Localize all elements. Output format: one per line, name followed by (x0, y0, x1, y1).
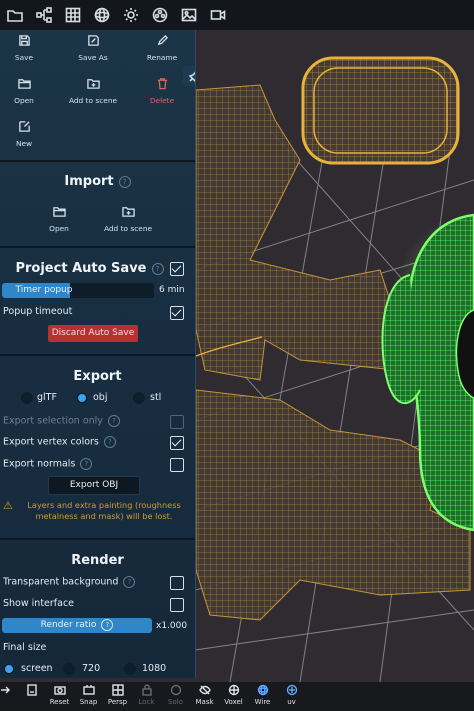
render-ratio-slider[interactable]: Render ratio? (2, 618, 152, 633)
camera-reset-icon (53, 686, 66, 695)
pin-panel-button[interactable] (183, 66, 195, 86)
scene-tree-icon[interactable] (29, 0, 58, 30)
popup-timeout-checkbox[interactable] (170, 306, 184, 320)
final-size-label: Final size (3, 642, 47, 653)
discard-auto-save-button[interactable]: Discard Auto Save (48, 325, 138, 342)
transparent-bg-checkbox[interactable] (170, 576, 184, 590)
help-icon[interactable]: ? (101, 618, 114, 631)
save-icon (18, 35, 30, 46)
export-obj-button[interactable]: Export OBJ (48, 476, 140, 495)
import-open-button[interactable]: Open (28, 205, 90, 233)
folder-icon[interactable] (0, 0, 29, 30)
folder-open-icon (52, 207, 66, 217)
import-add-to-scene-button[interactable]: Add to scene (97, 205, 159, 233)
folder-add-icon (86, 79, 100, 89)
export-normals-label: Export normals? (3, 458, 93, 470)
divider (0, 354, 195, 356)
solo-button[interactable]: Solo (161, 684, 190, 706)
lock-button[interactable]: Lock (132, 684, 161, 706)
help-icon[interactable]: ? (151, 262, 164, 275)
format-radio-gltf[interactable] (21, 392, 33, 404)
divider (0, 538, 195, 540)
solo-icon (170, 684, 181, 696)
render-title: Render (71, 553, 124, 568)
transparent-bg-label: Transparent background? (3, 576, 136, 588)
format-label-obj: obj (93, 392, 108, 403)
perspective-icon (111, 684, 124, 696)
divider (0, 160, 195, 162)
export-normals-checkbox[interactable] (170, 458, 184, 472)
tablet-icon[interactable] (17, 684, 46, 698)
uv-icon (286, 684, 297, 696)
format-radio-stl[interactable] (133, 392, 145, 404)
size-label-screen: screen (21, 663, 53, 674)
save-as-button[interactable]: Save As (62, 34, 124, 62)
export-warning: ⚠ Layers and extra painting (roughness m… (3, 499, 181, 521)
video-icon[interactable] (203, 0, 232, 30)
export-vertex-colors-label: Export vertex colors? (3, 436, 116, 448)
help-icon[interactable]: ? (107, 415, 120, 427)
timer-popup-slider[interactable]: Timer popup (2, 283, 154, 298)
voxel-button[interactable]: Voxel (219, 684, 248, 706)
help-icon[interactable]: ? (103, 436, 116, 448)
grid-icon[interactable] (58, 0, 87, 30)
help-icon[interactable]: ? (80, 458, 93, 470)
sphere-icon[interactable] (87, 0, 116, 30)
export-selection-checkbox[interactable] (170, 415, 184, 429)
popup-timeout-label: Popup timeout (3, 306, 73, 317)
wire-button[interactable]: Wire (248, 684, 277, 706)
size-radio-1080[interactable] (124, 663, 136, 675)
warning-icon: ⚠ (3, 499, 13, 512)
help-icon[interactable]: ? (123, 576, 136, 588)
size-label-1080: 1080 (142, 663, 167, 674)
timer-value: 6 min (159, 285, 185, 295)
save-as-icon (87, 35, 99, 46)
sun-icon[interactable] (116, 0, 145, 30)
snap-button[interactable]: Snap (74, 684, 103, 706)
new-file-icon (18, 121, 30, 132)
show-interface-label: Show interface (3, 598, 75, 609)
folder-add-icon (121, 207, 135, 217)
export-selection-label: Export selection only? (3, 415, 120, 427)
save-button[interactable]: Save (0, 34, 55, 62)
autosave-checkbox[interactable] (170, 262, 184, 276)
format-label-gltf: glTF (37, 392, 57, 403)
size-label-720: 720 (82, 663, 101, 674)
format-radio-obj[interactable] (76, 392, 88, 404)
material-icon[interactable] (145, 0, 174, 30)
mask-button[interactable]: Mask (190, 684, 219, 706)
open-button[interactable]: Open (0, 77, 55, 105)
size-radio-720[interactable] (63, 663, 75, 675)
help-icon[interactable]: ? (118, 175, 131, 188)
side-panel: Save Save As Rename Open Add to scene De… (0, 30, 196, 678)
export-vertex-colors-checkbox[interactable] (170, 436, 184, 450)
bottom-toolbar: Reset Snap Persp Lock Solo Mask Voxel Wi… (0, 682, 474, 711)
persp-button[interactable]: Persp (103, 684, 132, 706)
pencil-icon (157, 34, 168, 46)
size-radio-screen[interactable] (3, 663, 15, 675)
export-title: Export (73, 369, 122, 384)
folder-open-icon (17, 79, 31, 89)
new-button[interactable]: New (0, 120, 55, 148)
image-icon[interactable] (174, 0, 203, 30)
voxel-icon (228, 684, 239, 696)
format-label-stl: stl (150, 392, 162, 403)
pin-icon (189, 71, 195, 82)
uv-button[interactable]: uv (277, 684, 306, 706)
top-toolbar (0, 0, 474, 30)
autosave-title: Project Auto Save? (0, 261, 187, 276)
add-to-scene-button[interactable]: Add to scene (62, 77, 124, 105)
lock-icon (141, 684, 152, 696)
divider (0, 246, 195, 248)
wireframe-icon (257, 684, 268, 696)
trash-icon (157, 78, 167, 90)
reset-button[interactable]: Reset (45, 684, 74, 706)
snap-icon (82, 685, 95, 695)
show-interface-checkbox[interactable] (170, 598, 184, 612)
render-ratio-value: x1.000 (156, 621, 188, 631)
import-title: Import? (0, 174, 195, 189)
eye-off-icon (198, 685, 211, 695)
rename-button[interactable]: Rename (131, 34, 193, 62)
